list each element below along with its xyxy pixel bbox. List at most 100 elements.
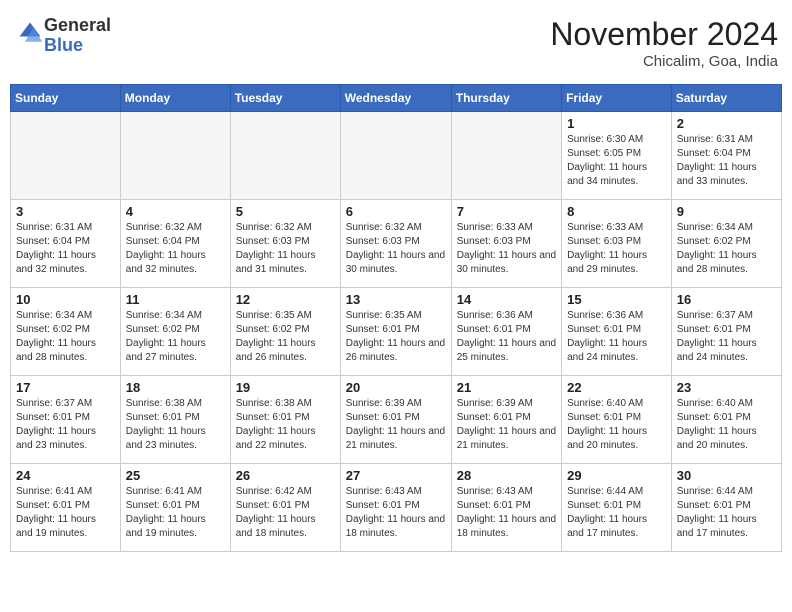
day-number: 19 xyxy=(236,380,335,395)
day-info: Sunrise: 6:40 AMSunset: 6:01 PMDaylight:… xyxy=(677,397,776,453)
day-number: 20 xyxy=(346,380,446,395)
location-subtitle: Chicalim, Goa, India xyxy=(550,53,778,70)
day-cell-17: 17 Sunrise: 6:37 AMSunset: 6:01 PMDayligh… xyxy=(11,376,121,464)
empty-cell xyxy=(11,112,121,200)
day-info: Sunrise: 6:39 AMSunset: 6:01 PMDaylight:… xyxy=(457,397,556,453)
logo-blue-text: Blue xyxy=(44,35,83,55)
day-info: Sunrise: 6:31 AMSunset: 6:04 PMDaylight:… xyxy=(677,133,776,189)
day-info: Sunrise: 6:32 AMSunset: 6:03 PMDaylight:… xyxy=(236,221,335,277)
day-number: 18 xyxy=(126,380,225,395)
day-number: 27 xyxy=(346,468,446,483)
day-cell-5: 5 Sunrise: 6:32 AMSunset: 6:03 PMDaylight… xyxy=(230,200,340,288)
weekday-header-sunday: Sunday xyxy=(11,85,121,112)
day-info: Sunrise: 6:38 AMSunset: 6:01 PMDaylight:… xyxy=(126,397,225,453)
day-number: 1 xyxy=(567,116,666,131)
day-number: 24 xyxy=(16,468,115,483)
day-info: Sunrise: 6:32 AMSunset: 6:03 PMDaylight:… xyxy=(346,221,446,277)
day-cell-23: 23 Sunrise: 6:40 AMSunset: 6:01 PMDayligh… xyxy=(671,376,781,464)
day-cell-26: 26 Sunrise: 6:42 AMSunset: 6:01 PMDayligh… xyxy=(230,464,340,552)
day-info: Sunrise: 6:32 AMSunset: 6:04 PMDaylight:… xyxy=(126,221,225,277)
day-info: Sunrise: 6:37 AMSunset: 6:01 PMDaylight:… xyxy=(677,309,776,365)
day-number: 5 xyxy=(236,204,335,219)
day-number: 9 xyxy=(677,204,776,219)
day-number: 6 xyxy=(346,204,446,219)
day-cell-30: 30 Sunrise: 6:44 AMSunset: 6:01 PMDayligh… xyxy=(671,464,781,552)
day-number: 25 xyxy=(126,468,225,483)
day-cell-1: 1 Sunrise: 6:30 AMSunset: 6:05 PMDaylight… xyxy=(562,112,672,200)
day-number: 21 xyxy=(457,380,556,395)
day-number: 26 xyxy=(236,468,335,483)
day-number: 15 xyxy=(567,292,666,307)
calendar-table: SundayMondayTuesdayWednesdayThursdayFrid… xyxy=(10,84,782,552)
day-info: Sunrise: 6:30 AMSunset: 6:05 PMDaylight:… xyxy=(567,133,666,189)
day-info: Sunrise: 6:38 AMSunset: 6:01 PMDaylight:… xyxy=(236,397,335,453)
day-cell-24: 24 Sunrise: 6:41 AMSunset: 6:01 PMDayligh… xyxy=(11,464,121,552)
day-cell-19: 19 Sunrise: 6:38 AMSunset: 6:01 PMDayligh… xyxy=(230,376,340,464)
empty-cell xyxy=(340,112,451,200)
logo-icon xyxy=(16,19,44,47)
day-info: Sunrise: 6:34 AMSunset: 6:02 PMDaylight:… xyxy=(126,309,225,365)
weekday-header-saturday: Saturday xyxy=(671,85,781,112)
day-number: 12 xyxy=(236,292,335,307)
day-cell-28: 28 Sunrise: 6:43 AMSunset: 6:01 PMDayligh… xyxy=(451,464,561,552)
day-info: Sunrise: 6:31 AMSunset: 6:04 PMDaylight:… xyxy=(16,221,115,277)
day-number: 11 xyxy=(126,292,225,307)
page-header: General Blue November 2024 Chicalim, Goa… xyxy=(10,10,782,76)
day-cell-21: 21 Sunrise: 6:39 AMSunset: 6:01 PMDayligh… xyxy=(451,376,561,464)
day-info: Sunrise: 6:36 AMSunset: 6:01 PMDaylight:… xyxy=(567,309,666,365)
day-cell-7: 7Sunrise: 6:33 AMSunset: 6:03 PMDaylight… xyxy=(451,200,561,288)
day-info: Sunrise: 6:37 AMSunset: 6:01 PMDaylight:… xyxy=(16,397,115,453)
day-info: Sunrise: 6:41 AMSunset: 6:01 PMDaylight:… xyxy=(16,485,115,541)
day-cell-20: 20 Sunrise: 6:39 AMSunset: 6:01 PMDayligh… xyxy=(340,376,451,464)
day-cell-9: 9 Sunrise: 6:34 AMSunset: 6:02 PMDaylight… xyxy=(671,200,781,288)
day-number: 13 xyxy=(346,292,446,307)
day-cell-10: 10Sunrise: 6:34 AMSunset: 6:02 PMDayligh… xyxy=(11,288,121,376)
day-number: 30 xyxy=(677,468,776,483)
week-row-2: 3Sunrise: 6:31 AMSunset: 6:04 PMDaylight… xyxy=(11,200,782,288)
day-cell-3: 3Sunrise: 6:31 AMSunset: 6:04 PMDaylight… xyxy=(11,200,121,288)
day-info: Sunrise: 6:33 AMSunset: 6:03 PMDaylight:… xyxy=(457,221,556,277)
day-number: 4 xyxy=(126,204,225,219)
week-row-5: 24 Sunrise: 6:41 AMSunset: 6:01 PMDayligh… xyxy=(11,464,782,552)
week-row-4: 17 Sunrise: 6:37 AMSunset: 6:01 PMDayligh… xyxy=(11,376,782,464)
empty-cell xyxy=(120,112,230,200)
day-info: Sunrise: 6:34 AMSunset: 6:02 PMDaylight:… xyxy=(16,309,115,365)
day-number: 14 xyxy=(457,292,556,307)
day-number: 28 xyxy=(457,468,556,483)
day-cell-14: 14 Sunrise: 6:36 AMSunset: 6:01 PMDayligh… xyxy=(451,288,561,376)
day-info: Sunrise: 6:42 AMSunset: 6:01 PMDaylight:… xyxy=(236,485,335,541)
weekday-header-thursday: Thursday xyxy=(451,85,561,112)
day-number: 16 xyxy=(677,292,776,307)
weekday-header-monday: Monday xyxy=(120,85,230,112)
day-cell-8: 8Sunrise: 6:33 AMSunset: 6:03 PMDaylight… xyxy=(562,200,672,288)
weekday-header-friday: Friday xyxy=(562,85,672,112)
day-info: Sunrise: 6:44 AMSunset: 6:01 PMDaylight:… xyxy=(677,485,776,541)
day-cell-2: 2 Sunrise: 6:31 AMSunset: 6:04 PMDaylight… xyxy=(671,112,781,200)
day-cell-16: 16 Sunrise: 6:37 AMSunset: 6:01 PMDayligh… xyxy=(671,288,781,376)
day-cell-13: 13Sunrise: 6:35 AMSunset: 6:01 PMDayligh… xyxy=(340,288,451,376)
day-number: 8 xyxy=(567,204,666,219)
day-info: Sunrise: 6:34 AMSunset: 6:02 PMDaylight:… xyxy=(677,221,776,277)
logo-general-text: General xyxy=(44,15,111,35)
week-row-1: 1 Sunrise: 6:30 AMSunset: 6:05 PMDaylight… xyxy=(11,112,782,200)
day-cell-25: 25 Sunrise: 6:41 AMSunset: 6:01 PMDayligh… xyxy=(120,464,230,552)
day-info: Sunrise: 6:41 AMSunset: 6:01 PMDaylight:… xyxy=(126,485,225,541)
day-cell-4: 4 Sunrise: 6:32 AMSunset: 6:04 PMDaylight… xyxy=(120,200,230,288)
day-number: 17 xyxy=(16,380,115,395)
weekday-header-row: SundayMondayTuesdayWednesdayThursdayFrid… xyxy=(11,85,782,112)
day-cell-6: 6 Sunrise: 6:32 AMSunset: 6:03 PMDaylight… xyxy=(340,200,451,288)
day-info: Sunrise: 6:35 AMSunset: 6:02 PMDaylight:… xyxy=(236,309,335,365)
logo: General Blue xyxy=(14,16,111,56)
day-info: Sunrise: 6:39 AMSunset: 6:01 PMDaylight:… xyxy=(346,397,446,453)
day-info: Sunrise: 6:43 AMSunset: 6:01 PMDaylight:… xyxy=(457,485,556,541)
day-cell-15: 15 Sunrise: 6:36 AMSunset: 6:01 PMDayligh… xyxy=(562,288,672,376)
weekday-header-tuesday: Tuesday xyxy=(230,85,340,112)
day-info: Sunrise: 6:36 AMSunset: 6:01 PMDaylight:… xyxy=(457,309,556,365)
day-info: Sunrise: 6:44 AMSunset: 6:01 PMDaylight:… xyxy=(567,485,666,541)
day-cell-27: 27Sunrise: 6:43 AMSunset: 6:01 PMDayligh… xyxy=(340,464,451,552)
day-info: Sunrise: 6:40 AMSunset: 6:01 PMDaylight:… xyxy=(567,397,666,453)
day-number: 23 xyxy=(677,380,776,395)
day-cell-22: 22Sunrise: 6:40 AMSunset: 6:01 PMDayligh… xyxy=(562,376,672,464)
day-cell-12: 12 Sunrise: 6:35 AMSunset: 6:02 PMDayligh… xyxy=(230,288,340,376)
day-number: 2 xyxy=(677,116,776,131)
